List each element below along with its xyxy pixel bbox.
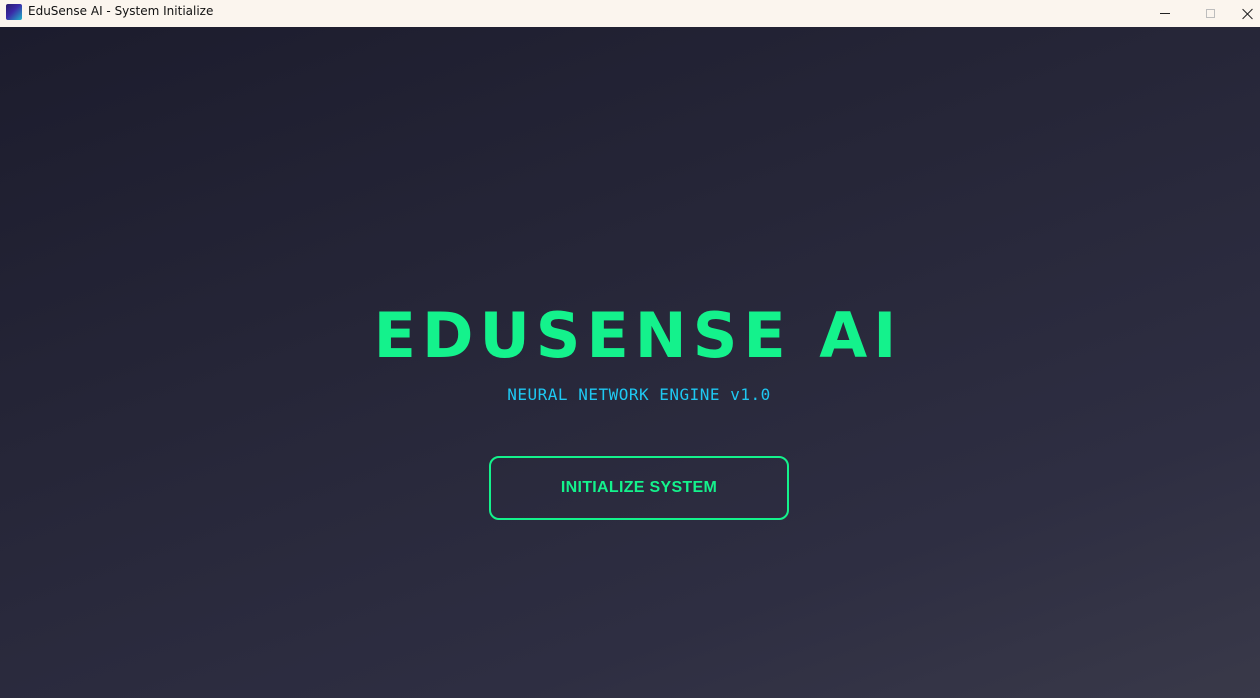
initialize-system-button[interactable]: INITIALIZE SYSTEM — [489, 456, 789, 520]
close-icon — [1242, 8, 1254, 20]
app-icon — [6, 4, 22, 20]
initialize-system-label: INITIALIZE SYSTEM — [560, 479, 718, 496]
engine-subtitle: NEURAL NETWORK ENGINE v1.0 — [507, 385, 771, 404]
minimize-button[interactable] — [1143, 0, 1187, 27]
window-title: EduSense AI - System Initialize — [28, 4, 214, 18]
minimize-icon — [1160, 13, 1170, 14]
main-content: EDUSENSE AI NEURAL NETWORK ENGINE v1.0 I… — [0, 27, 1260, 698]
maximize-icon — [1205, 9, 1215, 18]
title-bar[interactable]: EduSense AI - System Initialize — [0, 0, 1260, 27]
app-window: EduSense AI - System Initialize EDUSENSE… — [0, 0, 1260, 698]
close-button[interactable] — [1226, 0, 1260, 27]
brand-title: EDUSENSE AI — [373, 299, 903, 372]
